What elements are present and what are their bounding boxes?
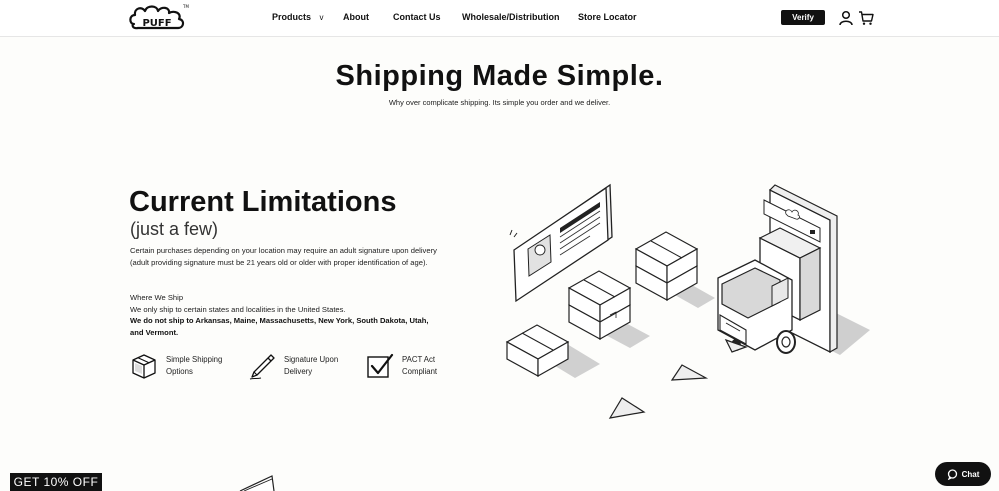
hero-subtitle: Why over complicate shipping. Its simple… — [388, 98, 611, 107]
nav-wholesale-distribution[interactable]: Wholesale/Distribution — [462, 12, 560, 22]
partial-illustration — [239, 475, 275, 491]
box-icon — [132, 354, 156, 379]
discount-promo-button[interactable]: GET 10% OFF — [10, 473, 102, 491]
limitations-title: Current Limitations — [129, 186, 397, 218]
cart-icon[interactable] — [858, 10, 874, 26]
pen-icon — [249, 354, 275, 380]
feature-line1: Signature Upon — [284, 355, 339, 364]
feature-label: Signature Upon Delivery — [284, 354, 354, 377]
nav-contact-us[interactable]: Contact Us — [393, 12, 441, 22]
feature-label: Simple Shipping Options — [166, 354, 236, 377]
verify-button[interactable]: Verify — [781, 10, 825, 25]
logo-text: PUFF — [142, 18, 171, 29]
limitations-description: Certain purchases depending on your loca… — [130, 246, 437, 267]
feature-line2: Delivery — [284, 366, 313, 376]
feature-line2: Compliant — [402, 366, 438, 376]
chat-bubble-icon — [947, 468, 957, 480]
where-we-ship: Where We Ship We only ship to certain st… — [130, 292, 430, 338]
feature-signature-delivery: Signature Upon Delivery — [248, 352, 358, 382]
phone-truck-illustration — [717, 184, 870, 355]
feature-simple-shipping: Simple Shipping Options — [130, 352, 240, 382]
nav-store-locator[interactable]: Store Locator — [578, 12, 637, 22]
limitations-subtitle: (just a few) — [130, 219, 219, 239]
chevron-down-icon: v — [319, 13, 324, 22]
hero-title: Shipping Made Simple. — [335, 60, 664, 92]
checkbox-icon — [367, 353, 394, 378]
feature-line1: PACT Act — [402, 355, 436, 364]
feature-label: PACT Act Compliant — [402, 354, 472, 377]
chat-button[interactable]: Chat — [935, 462, 991, 486]
chat-label: Chat — [961, 469, 980, 479]
nav-about[interactable]: About — [343, 12, 369, 22]
nav-products-label: Products — [272, 12, 312, 22]
puff-logo[interactable]: PUFF TM — [128, 2, 190, 32]
feature-line1: Simple Shipping — [166, 355, 223, 364]
feature-line2: Options — [166, 366, 193, 376]
shipping-illustration — [505, 183, 870, 419]
user-icon[interactable] — [838, 10, 854, 26]
svg-text:TM: TM — [182, 4, 189, 9]
nav-products[interactable]: Products v — [272, 12, 324, 22]
where-text: We only ship to certain states and local… — [130, 304, 346, 314]
where-heading: Where We Ship — [130, 293, 184, 302]
feature-pact-act: PACT Act Compliant — [366, 352, 476, 382]
no-ship-states: We do not ship to Arkansas, Maine, Massa… — [130, 316, 429, 337]
site-header: PUFF TM Products v About Contact Us Whol… — [0, 0, 999, 37]
